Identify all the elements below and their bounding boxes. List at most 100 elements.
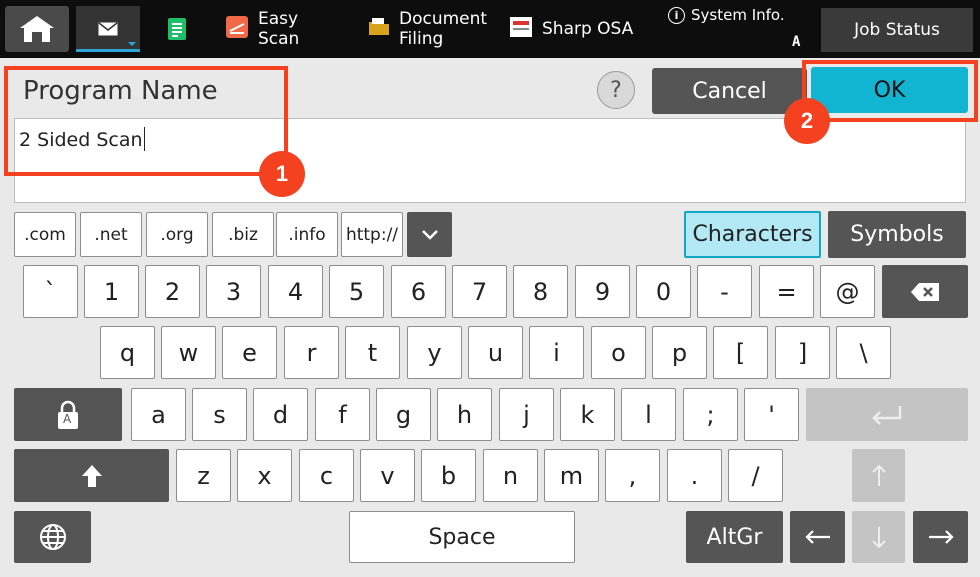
key-i[interactable]: i <box>529 326 584 379</box>
key-4[interactable]: 4 <box>268 265 323 318</box>
arrow-right-icon <box>928 530 954 544</box>
system-info-mark: A <box>792 34 801 50</box>
key-w[interactable]: w <box>161 326 216 379</box>
key-backslash[interactable]: \ <box>836 326 891 379</box>
arrow-up-icon <box>871 464 886 486</box>
key-e[interactable]: e <box>222 326 277 379</box>
top-bar: Easy Scan Document Filing Sharp OSA i Sy… <box>0 0 980 58</box>
key-at[interactable]: @ <box>820 265 875 318</box>
backspace-button[interactable] <box>882 265 968 318</box>
shift-arrow-icon <box>81 464 102 487</box>
key-r[interactable]: r <box>284 326 339 379</box>
key-o[interactable]: o <box>591 326 646 379</box>
key-3[interactable]: 3 <box>206 265 261 318</box>
tab-characters[interactable]: Characters <box>684 211 821 258</box>
system-info-button[interactable]: i System Info. <box>668 6 785 24</box>
key-a[interactable]: a <box>131 388 186 441</box>
key-period[interactable]: . <box>667 449 722 502</box>
key-c[interactable]: c <box>299 449 354 502</box>
key-9[interactable]: 9 <box>575 265 630 318</box>
envelope-icon <box>98 22 118 36</box>
key-h[interactable]: h <box>437 388 492 441</box>
scan-to-email-button[interactable] <box>76 6 140 52</box>
folder-icon <box>369 17 389 41</box>
key-y[interactable]: y <box>407 326 462 379</box>
document-filing-label: Document Filing <box>399 9 488 49</box>
active-indicator <box>76 49 140 52</box>
sharp-osa-icon <box>510 16 532 42</box>
key-p[interactable]: p <box>652 326 707 379</box>
cancel-button[interactable]: Cancel <box>652 68 807 114</box>
key-j[interactable]: j <box>499 388 554 441</box>
enter-icon <box>872 405 902 425</box>
key-dot-biz[interactable]: .biz <box>212 212 274 257</box>
key-dot-org[interactable]: .org <box>146 212 208 257</box>
key-x[interactable]: x <box>237 449 292 502</box>
key-http[interactable]: http:// <box>341 212 403 257</box>
globe-icon <box>39 524 66 550</box>
system-info-label: System Info. <box>691 6 785 24</box>
key-left-bracket[interactable]: [ <box>713 326 768 379</box>
home-button[interactable] <box>5 6 69 52</box>
backspace-icon <box>911 282 939 301</box>
key-8[interactable]: 8 <box>513 265 568 318</box>
key-semicolon[interactable]: ; <box>683 388 738 441</box>
copy-document-icon <box>168 18 186 40</box>
key-k[interactable]: k <box>560 388 615 441</box>
key-2[interactable]: 2 <box>145 265 200 318</box>
key-l[interactable]: l <box>621 388 676 441</box>
key-s[interactable]: s <box>192 388 247 441</box>
key-1[interactable]: 1 <box>84 265 139 318</box>
tab-symbols[interactable]: Symbols <box>828 211 966 258</box>
key-apostrophe[interactable]: ' <box>744 388 799 441</box>
arrow-down-icon <box>871 527 886 548</box>
arrow-up-button[interactable] <box>852 449 905 502</box>
key-comma[interactable]: , <box>605 449 660 502</box>
key-q[interactable]: q <box>100 326 155 379</box>
key-m[interactable]: m <box>544 449 599 502</box>
key-g[interactable]: g <box>376 388 431 441</box>
key-t[interactable]: t <box>345 326 400 379</box>
job-status-button[interactable]: Job Status <box>821 8 973 52</box>
arrow-left-button[interactable] <box>790 511 845 563</box>
more-domains-button[interactable] <box>407 212 452 257</box>
shift-button[interactable] <box>14 449 169 502</box>
key-minus[interactable]: - <box>697 265 752 318</box>
callout-box-program-name <box>4 66 288 176</box>
sharp-osa-button[interactable]: Sharp OSA <box>510 8 633 50</box>
enter-button[interactable] <box>806 388 968 441</box>
key-z[interactable]: z <box>176 449 231 502</box>
key-backtick[interactable]: ` <box>23 265 78 318</box>
copy-app-button[interactable] <box>166 8 188 50</box>
callout-badge-2: 2 <box>784 98 830 144</box>
sharp-osa-label: Sharp OSA <box>542 19 634 39</box>
arrow-down-button[interactable] <box>852 511 905 563</box>
easy-scan-button[interactable]: Easy Scan <box>226 8 299 50</box>
key-6[interactable]: 6 <box>391 265 446 318</box>
key-7[interactable]: 7 <box>452 265 507 318</box>
chevron-down-icon <box>421 229 438 240</box>
easy-scan-label: Easy Scan <box>258 9 300 49</box>
key-5[interactable]: 5 <box>329 265 384 318</box>
key-b[interactable]: b <box>421 449 476 502</box>
key-dot-net[interactable]: .net <box>80 212 142 257</box>
callout-badge-1: 1 <box>259 151 305 197</box>
key-dot-info[interactable]: .info <box>276 212 338 257</box>
document-filing-button[interactable]: Document Filing <box>369 8 487 50</box>
key-u[interactable]: u <box>468 326 523 379</box>
key-equals[interactable]: = <box>759 265 814 318</box>
language-button[interactable] <box>14 511 91 563</box>
key-right-bracket[interactable]: ] <box>775 326 830 379</box>
key-dot-com[interactable]: .com <box>14 212 76 257</box>
key-slash[interactable]: / <box>728 449 783 502</box>
key-v[interactable]: v <box>360 449 415 502</box>
space-key[interactable]: Space <box>349 511 575 563</box>
altgr-key[interactable]: AltGr <box>686 511 783 563</box>
help-button[interactable]: ? <box>597 71 635 109</box>
arrow-right-button[interactable] <box>913 511 968 563</box>
key-f[interactable]: f <box>315 388 370 441</box>
key-d[interactable]: d <box>253 388 308 441</box>
key-n[interactable]: n <box>483 449 538 502</box>
key-0[interactable]: 0 <box>636 265 691 318</box>
arrow-left-icon <box>804 530 830 544</box>
